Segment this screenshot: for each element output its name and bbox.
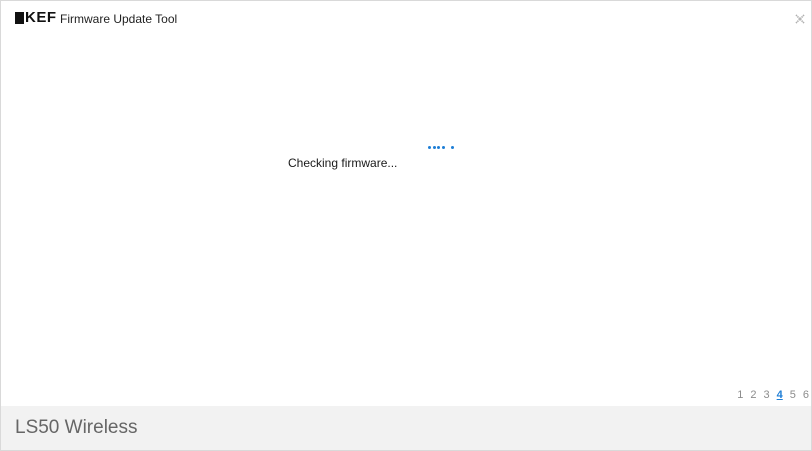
close-button[interactable] [792,11,808,27]
spinner-dot [441,146,445,149]
spinner-dot [428,146,431,149]
step-6: 6 [802,389,809,401]
app-title: Firmware Update Tool [60,12,178,26]
spinner-dot [451,146,454,149]
spinner-dot [437,146,440,149]
title-bar: KEF Firmware Update Tool [1,1,811,35]
step-5: 5 [789,389,796,401]
step-2: 2 [750,389,757,401]
app-window: KEF Firmware Update Tool Checking firmwa… [0,0,812,451]
spinner-dot [432,146,436,149]
logo-text: KEF [25,9,57,26]
device-name: LS50 Wireless [15,417,138,438]
step-3: 3 [763,389,770,401]
kef-logo: KEF [15,9,57,26]
close-icon [795,14,805,24]
step-1: 1 [737,389,744,401]
step-indicator: 1 2 3 4 5 6 [730,389,809,401]
footer-bar: LS50 Wireless [1,406,811,450]
loading-spinner-icon [428,146,456,149]
status-message: Checking firmware... [288,156,398,170]
step-4-current: 4 [776,389,783,401]
logo-mark [15,12,24,24]
